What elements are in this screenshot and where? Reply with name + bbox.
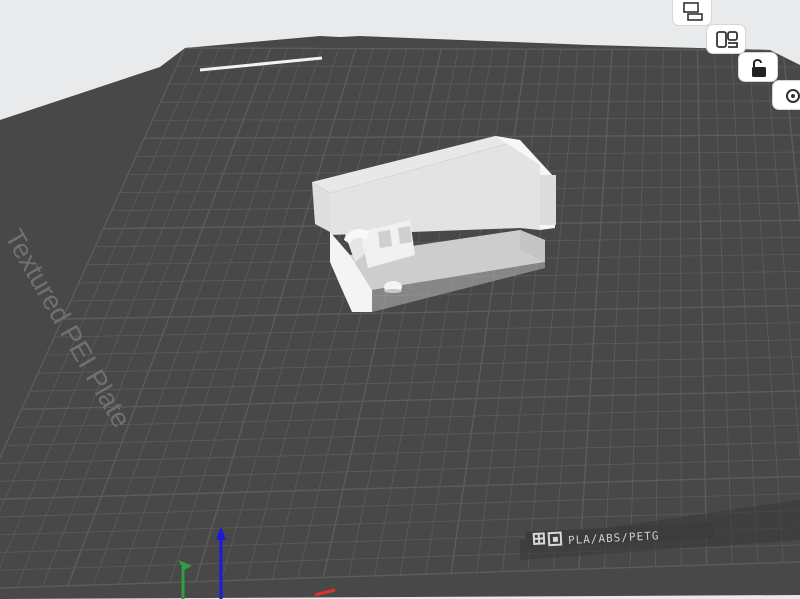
build-plate-scene[interactable]: Textured PEI Plate PLA/ABS/PETG xyxy=(0,0,800,599)
gear-icon xyxy=(786,89,800,103)
settings-button[interactable] xyxy=(772,80,800,110)
lock-button[interactable] xyxy=(738,52,778,82)
lock-icon xyxy=(752,59,766,77)
orient-icon xyxy=(716,31,738,48)
qr-icon xyxy=(532,532,546,545)
orient-button[interactable] xyxy=(706,24,746,54)
arrange-button[interactable] xyxy=(672,0,712,26)
model-knob-shadow xyxy=(384,289,402,293)
arrange-icon xyxy=(683,2,703,21)
3d-viewport[interactable]: Textured PEI Plate PLA/ABS/PETG xyxy=(0,0,800,599)
